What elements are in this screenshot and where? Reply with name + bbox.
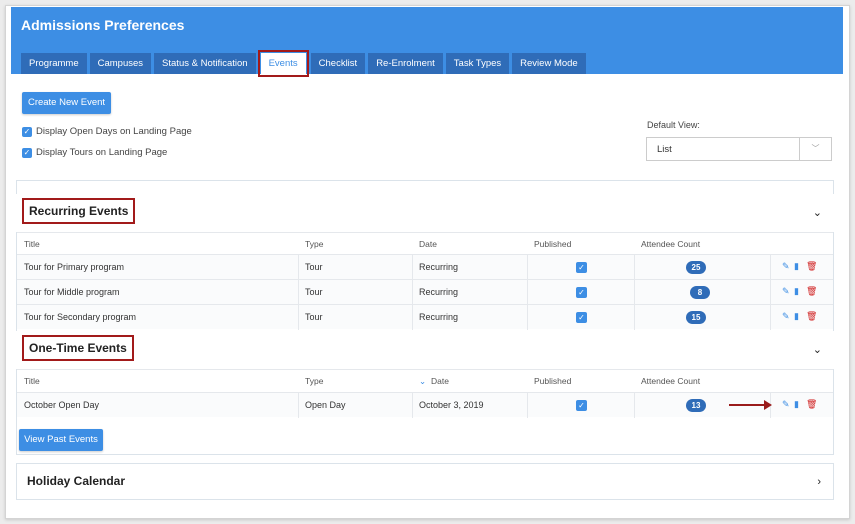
edit-icon[interactable]: ✎ (782, 286, 790, 296)
annotation-arrow-head (764, 400, 772, 410)
one-time-events-header[interactable]: One-Time Events ⌄ (16, 331, 834, 369)
published-checkbox[interactable]: ✓ (576, 287, 587, 298)
row-actions: ✎ ▮ 🗑 (782, 399, 817, 409)
col-date: Date (419, 239, 437, 249)
chevron-down-icon[interactable]: ⌄ (813, 206, 822, 219)
event-title: Tour for Middle program (24, 287, 120, 297)
col-attendee-count: Attendee Count (641, 376, 701, 386)
tab-events[interactable]: Events (257, 50, 309, 77)
default-view-label: Default View: (647, 120, 700, 130)
tab-checklist[interactable]: Checklist (310, 53, 366, 74)
attendee-count-badge: 25 (686, 261, 706, 274)
table-row[interactable]: October Open Day Open Day October 3, 201… (17, 392, 833, 418)
event-type: Open Day (305, 400, 346, 410)
tab-review-mode[interactable]: Review Mode (512, 53, 586, 74)
sort-down-icon[interactable]: ⌄ (419, 376, 426, 387)
event-type: Tour (305, 312, 323, 322)
document-icon[interactable]: ▮ (794, 311, 802, 321)
open-days-label: Display Open Days on Landing Page (36, 126, 192, 137)
chevron-down-icon[interactable]: ⌄ (813, 343, 822, 356)
attendee-count-badge: 13 (686, 399, 706, 412)
col-published: Published (534, 376, 572, 386)
holiday-calendar-panel[interactable]: Holiday Calendar › (16, 463, 834, 500)
page-header: Admissions Preferences Programme Campuse… (11, 7, 843, 77)
attendee-count-badge: 8 (690, 286, 710, 299)
trash-icon[interactable]: 🗑 (806, 399, 817, 409)
published-checkbox[interactable]: ✓ (576, 400, 587, 411)
recurring-events-header[interactable]: Recurring Events ⌄ (16, 194, 834, 232)
published-checkbox[interactable]: ✓ (576, 312, 587, 323)
checkbox-checked-icon[interactable]: ✓ (22, 147, 32, 158)
one-time-table-header: Title Type ⌄ Date Published Attendee Cou… (17, 369, 833, 391)
edit-icon[interactable]: ✎ (782, 261, 790, 271)
published-checkbox[interactable]: ✓ (576, 262, 587, 273)
recurring-table-header: Title Type Date Published Attendee Count (17, 232, 833, 254)
chevron-down-icon[interactable]: ﹀ (799, 138, 831, 160)
one-time-events-title: One-Time Events (22, 335, 134, 361)
annotation-arrow (729, 404, 767, 406)
tab-status-notification[interactable]: Status & Notification (154, 53, 256, 74)
edit-icon[interactable]: ✎ (782, 399, 790, 409)
table-row[interactable]: Tour for Primary program Tour Recurring … (17, 254, 833, 280)
tab-campuses[interactable]: Campuses (89, 53, 152, 74)
tab-bar: Programme Campuses Status & Notification… (21, 50, 589, 77)
event-date: Recurring (419, 287, 459, 297)
col-date[interactable]: Date (431, 376, 449, 386)
recurring-events-title: Recurring Events (22, 198, 136, 224)
attendee-count-badge: 15 (686, 311, 706, 324)
col-attendee-count: Attendee Count (641, 239, 701, 249)
event-title: October Open Day (24, 400, 100, 410)
default-view-select[interactable]: List ﹀ (646, 137, 832, 161)
tab-task-types[interactable]: Task Types (445, 53, 510, 74)
col-type: Type (305, 239, 324, 249)
event-title: Tour for Secondary program (24, 312, 137, 322)
default-view-value: List (657, 144, 672, 155)
tours-option[interactable]: ✓ Display Tours on Landing Page (22, 147, 167, 158)
document-icon[interactable]: ▮ (794, 261, 802, 271)
document-icon[interactable]: ▮ (794, 399, 802, 409)
col-title: Title (24, 239, 40, 249)
checkbox-checked-icon[interactable]: ✓ (22, 126, 32, 137)
col-published: Published (534, 239, 572, 249)
event-date: October 3, 2019 (419, 400, 484, 410)
table-row[interactable]: Tour for Middle program Tour Recurring ✓… (17, 279, 833, 305)
tab-programme[interactable]: Programme (21, 53, 87, 74)
row-actions: ✎ ▮ 🗑 (782, 311, 817, 321)
create-new-event-button[interactable]: Create New Event (22, 92, 111, 114)
trash-icon[interactable]: 🗑 (806, 311, 817, 321)
tab-re-enrolment[interactable]: Re-Enrolment (368, 53, 443, 74)
table-row[interactable]: Tour for Secondary program Tour Recurrin… (17, 304, 833, 330)
row-actions: ✎ ▮ 🗑 (782, 286, 817, 296)
trash-icon[interactable]: 🗑 (806, 286, 817, 296)
chevron-right-icon[interactable]: › (817, 476, 821, 488)
event-date: Recurring (419, 262, 459, 272)
view-past-events-button[interactable]: View Past Events (19, 429, 103, 451)
tours-label: Display Tours on Landing Page (36, 147, 168, 158)
open-days-option[interactable]: ✓ Display Open Days on Landing Page (22, 126, 192, 137)
row-actions: ✎ ▮ 🗑 (782, 261, 817, 271)
event-title: Tour for Primary program (24, 262, 125, 272)
event-type: Tour (305, 287, 323, 297)
trash-icon[interactable]: 🗑 (806, 261, 817, 271)
edit-icon[interactable]: ✎ (782, 311, 790, 321)
col-type: Type (305, 376, 324, 386)
col-title: Title (24, 376, 40, 386)
holiday-calendar-title: Holiday Calendar (27, 474, 126, 488)
event-type: Tour (305, 262, 323, 272)
event-date: Recurring (419, 312, 459, 322)
page-title: Admissions Preferences (21, 17, 185, 33)
document-icon[interactable]: ▮ (794, 286, 802, 296)
